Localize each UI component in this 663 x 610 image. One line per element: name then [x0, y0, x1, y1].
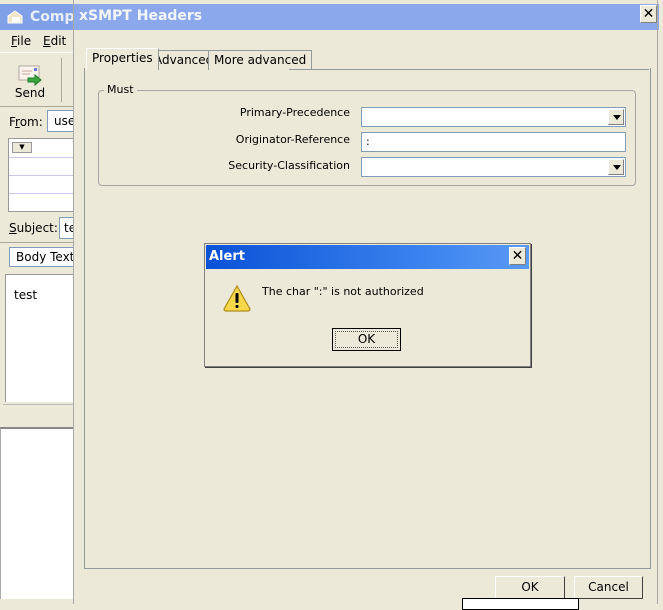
- menu-file-label: ile: [17, 34, 32, 48]
- security-classification-label: Security-Classification: [228, 159, 350, 172]
- tab-properties[interactable]: Properties: [86, 48, 159, 70]
- alert-message: The char ":" is not authorized: [262, 285, 424, 298]
- toolbar-separator: [61, 58, 62, 102]
- primary-precedence-label: Primary-Precedence: [239, 106, 350, 119]
- message-body[interactable]: test: [5, 274, 80, 402]
- dialog-title: xSMPT Headers: [79, 8, 203, 24]
- primary-precedence-select[interactable]: [361, 107, 626, 127]
- menu-divider: [0, 52, 76, 53]
- send-icon: [18, 65, 42, 86]
- menu-file[interactable]: File: [11, 34, 31, 48]
- chevron-down-icon[interactable]: [608, 109, 624, 125]
- compose-window: Compo File Edit Send From: use ▼ Subject…: [0, 0, 89, 604]
- dialog-close-button[interactable]: ✕: [640, 5, 657, 23]
- from-label: From:: [9, 115, 43, 129]
- recipient-row[interactable]: [9, 193, 79, 194]
- dialog-ok-button[interactable]: OK: [495, 576, 565, 599]
- send-label: Send: [14, 86, 46, 100]
- compose-titlebar: Compo: [0, 4, 84, 30]
- alert-dialog: Alert ✕ The char ":" is not authorized O…: [204, 243, 531, 367]
- security-classification-select[interactable]: [361, 157, 626, 177]
- alert-ok-button[interactable]: OK: [332, 328, 401, 351]
- dialog-titlebar: xSMPT Headers: [74, 4, 659, 30]
- recipients-list[interactable]: ▼: [8, 138, 79, 212]
- recipient-row[interactable]: [9, 157, 79, 158]
- menu-edit-label: dit: [50, 34, 67, 48]
- chevron-down-icon[interactable]: [608, 159, 624, 175]
- alert-title: Alert: [209, 249, 245, 264]
- compose-status-strip: [3, 404, 79, 425]
- tab-more-advanced[interactable]: More advanced: [208, 50, 313, 70]
- send-button[interactable]: Send: [8, 58, 52, 102]
- originator-reference-label: Originator-Reference: [235, 133, 350, 146]
- tooltip-box: [462, 598, 579, 610]
- message-body-text: test: [14, 288, 38, 302]
- dialog-right-border: [657, 0, 662, 604]
- subject-label: Subject:: [9, 221, 58, 235]
- compose-app-icon: [7, 10, 23, 24]
- must-group-title: Must: [104, 83, 137, 96]
- toolbar-divider: [0, 106, 76, 107]
- originator-reference-input[interactable]: :: [361, 132, 626, 152]
- alert-close-button[interactable]: ✕: [509, 247, 526, 265]
- compose-lower-pane: [0, 427, 77, 599]
- menu-edit[interactable]: Edit: [43, 34, 66, 48]
- dialog-cancel-button[interactable]: Cancel: [574, 576, 643, 599]
- menu-edit-mnemonic: E: [43, 34, 51, 48]
- recipient-row[interactable]: [9, 175, 79, 176]
- warning-icon: [223, 284, 251, 312]
- subject-divider: [0, 242, 76, 243]
- close-icon: ✕: [511, 248, 524, 264]
- alert-titlebar: Alert: [206, 245, 529, 269]
- body-format-select[interactable]: Body Text: [9, 247, 79, 267]
- close-icon: ✕: [642, 6, 655, 22]
- recipient-type-dropdown[interactable]: ▼: [12, 142, 32, 153]
